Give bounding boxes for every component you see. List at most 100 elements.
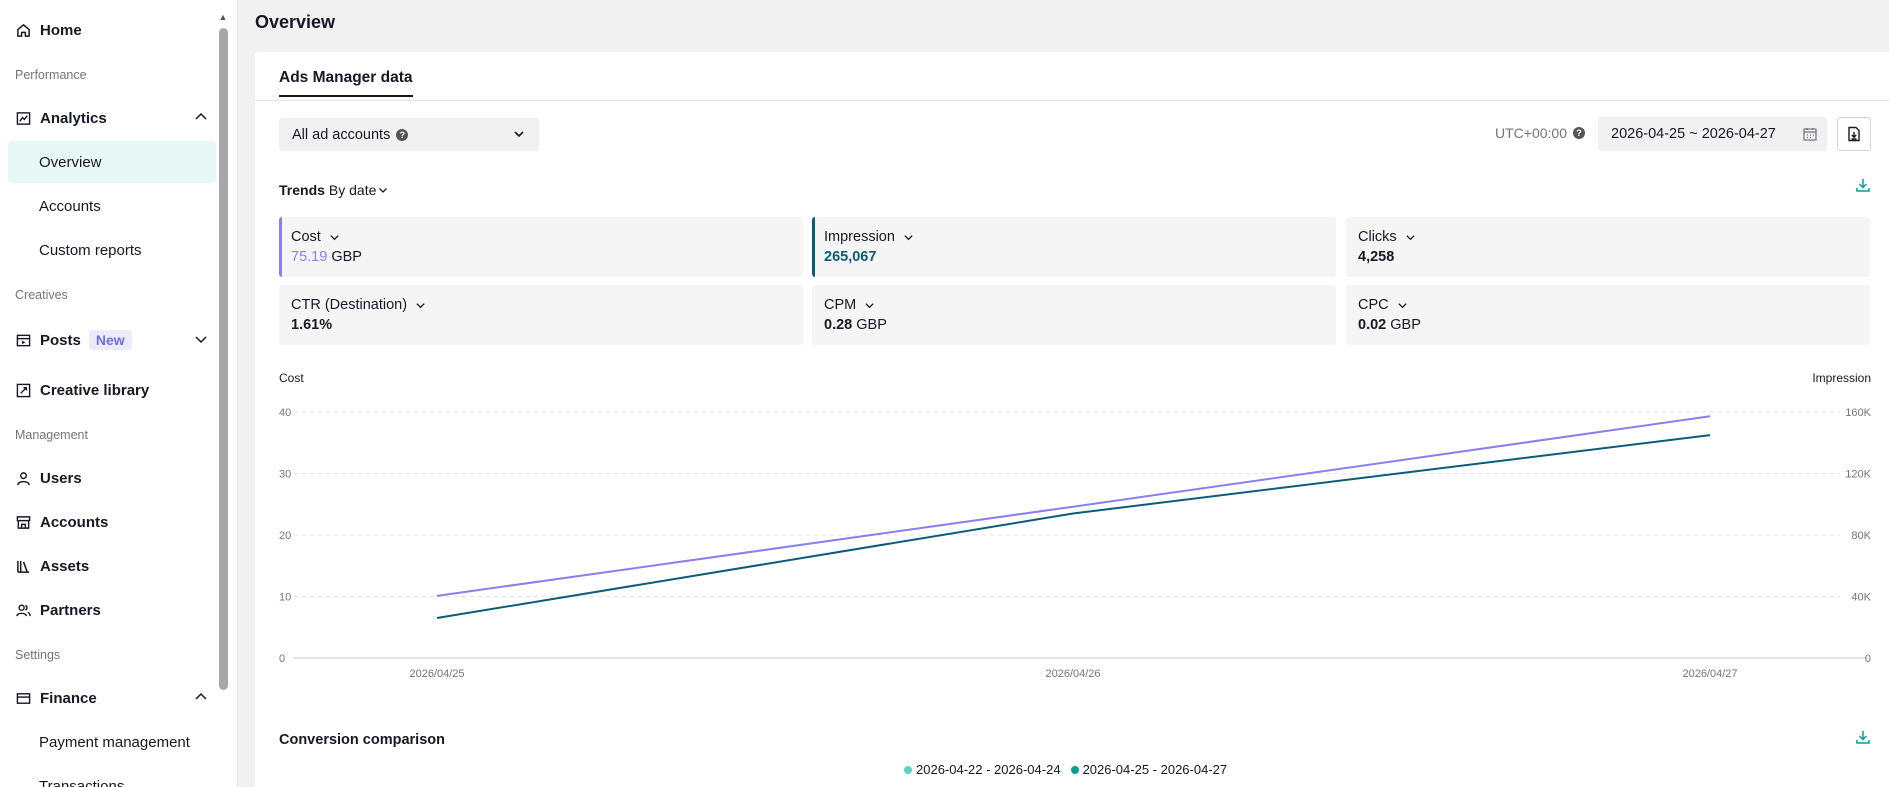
x-tick-label: 2026/04/25 [409, 668, 464, 680]
metric-card-impression[interactable]: Impression 265,067 [812, 217, 1336, 277]
x-tick-label: 2026/04/26 [1045, 668, 1100, 680]
legend-item[interactable]: 2026-04-22 - 2026-04-24 [904, 762, 1061, 777]
new-badge: New [88, 330, 132, 350]
y-tick-right: 0 [1865, 653, 1871, 665]
download-icon[interactable] [1855, 729, 1871, 745]
sidebar-item-accounts-report[interactable]: Accounts [8, 185, 216, 227]
series-line-cost [436, 415, 1711, 597]
y-tick-right: 40K [1851, 592, 1871, 604]
sidebar-item-label: Analytics [40, 109, 107, 127]
metric-card-clicks[interactable]: Clicks 4,258 [1346, 217, 1870, 277]
chevron-down-icon[interactable] [329, 232, 340, 243]
trend-chart: Cost Impression 0 0 10 40K 20 80K 30 120K 40 160K 20… [279, 371, 1872, 680]
timezone-text: UTC+00:00 [1495, 125, 1567, 141]
legend-label: 2026-04-22 - 2026-04-24 [916, 762, 1061, 777]
sidebar-item-finance[interactable]: Finance [8, 677, 216, 719]
account-select-value: All ad accounts [292, 126, 391, 143]
sidebar-item-overview[interactable]: Overview [8, 141, 216, 183]
account-select[interactable]: All ad accounts ? [279, 118, 539, 151]
user-icon [15, 470, 31, 486]
series-line-impression [436, 434, 1711, 619]
scroll-up-arrow[interactable]: ▲ [218, 12, 228, 22]
help-icon[interactable]: ? [1572, 127, 1585, 139]
sidebar-item-label: Posts [40, 331, 81, 349]
y-tick-left: 0 [279, 653, 285, 665]
chevron-down-icon[interactable] [864, 300, 875, 311]
sidebar-item-custom-reports[interactable]: Custom reports [8, 229, 216, 271]
posts-icon [15, 332, 31, 348]
trends-title: Trends [279, 182, 325, 198]
sidebar-item-creative-library[interactable]: Creative library [8, 369, 216, 411]
y-tick-left: 40 [279, 407, 291, 419]
y-axis-right-title: Impression [1812, 371, 1871, 385]
sidebar-item-assets[interactable]: Assets [8, 545, 216, 587]
metric-value: 0.28 [824, 317, 853, 333]
sidebar-item-analytics[interactable]: Analytics [8, 97, 216, 139]
page-title: Overview [255, 12, 336, 32]
date-range-picker[interactable]: 2026-04-25 ~ 2026-04-27 [1598, 117, 1827, 151]
wallet-icon [15, 690, 31, 706]
export-button[interactable] [1837, 117, 1871, 151]
y-tick-right: 160K [1845, 407, 1871, 419]
sidebar-item-label: Home [40, 21, 82, 39]
metric-card-cost[interactable]: Cost 75.19 GBP [279, 217, 803, 277]
sidebar-item-posts[interactable]: Posts New [8, 319, 216, 361]
store-icon [15, 514, 31, 530]
metric-card-cpc[interactable]: CPC 0.02 GBP [1346, 285, 1870, 345]
metric-unit: GBP [331, 249, 362, 265]
sidebar-item-label: Finance [40, 689, 97, 707]
chevron-down-icon[interactable] [1405, 232, 1416, 243]
sidebar-item-label: Partners [40, 601, 101, 619]
legend-dot [904, 765, 912, 774]
y-tick-left: 30 [279, 469, 291, 481]
legend-label: 2026-04-25 - 2026-04-27 [1082, 762, 1228, 777]
chevron-down-icon[interactable] [1397, 300, 1408, 311]
timezone-label: UTC+00:00 ? [1495, 125, 1585, 141]
metric-value: 75.19 [291, 249, 328, 265]
metric-label: Cost [291, 229, 321, 245]
sidebar-scrollbar[interactable] [219, 28, 228, 690]
sidebar-item-label: Accounts [40, 513, 109, 531]
section-performance: Performance [15, 68, 87, 82]
trends-by-select[interactable]: By date [329, 182, 376, 198]
download-icon[interactable] [1855, 177, 1871, 193]
metric-value: 1.61% [291, 317, 333, 333]
sidebar-item-home[interactable]: Home [8, 9, 216, 51]
y-axis-left-title: Cost [279, 371, 304, 385]
chevron-up-icon[interactable] [194, 690, 208, 704]
chevron-down-icon [379, 188, 388, 193]
help-icon[interactable]: ? [396, 128, 409, 141]
metric-unit: GBP [856, 317, 887, 333]
section-settings: Settings [15, 648, 61, 662]
metric-card-cpm[interactable]: CPM 0.28 GBP [812, 285, 1336, 345]
metric-label: CPM [824, 297, 857, 313]
sidebar: Home Performance Analytics Overview Acco… [0, 0, 238, 787]
sidebar-item-transactions[interactable]: Transactions [8, 765, 216, 787]
sidebar-item-payment-management[interactable]: Payment management [8, 721, 216, 763]
trends-header[interactable]: Trends By date [279, 182, 388, 198]
chevron-down-icon[interactable] [415, 300, 426, 311]
tab-ads-manager-data[interactable]: Ads Manager data [279, 69, 413, 97]
chevron-down-icon[interactable] [194, 332, 208, 346]
sidebar-item-label: Users [40, 469, 82, 487]
conversion-legend: 2026-04-22 - 2026-04-24 2026-04-25 - 202… [904, 762, 1237, 777]
sidebar-item-users[interactable]: Users [8, 457, 216, 499]
y-tick-left: 20 [279, 530, 291, 542]
partners-icon [15, 602, 31, 618]
metric-card-ctr[interactable]: CTR (Destination) 1.61% [279, 285, 803, 345]
y-tick-right: 80K [1851, 530, 1871, 542]
y-tick-right: 120K [1845, 469, 1871, 481]
chevron-down-icon [514, 131, 524, 138]
sidebar-item-accounts[interactable]: Accounts [8, 501, 216, 543]
calendar-icon [1803, 128, 1817, 141]
section-creatives: Creatives [15, 288, 68, 302]
chevron-up-icon[interactable] [194, 110, 208, 124]
sidebar-item-partners[interactable]: Partners [8, 589, 216, 631]
legend-item[interactable]: 2026-04-25 - 2026-04-27 [1070, 762, 1228, 777]
section-management: Management [15, 428, 88, 442]
chevron-down-icon[interactable] [903, 232, 914, 243]
file-download-icon [1848, 126, 1860, 142]
conversion-title: Conversion comparison [279, 732, 445, 748]
metric-label: Impression [824, 229, 895, 245]
metric-value: 265,067 [824, 249, 877, 265]
